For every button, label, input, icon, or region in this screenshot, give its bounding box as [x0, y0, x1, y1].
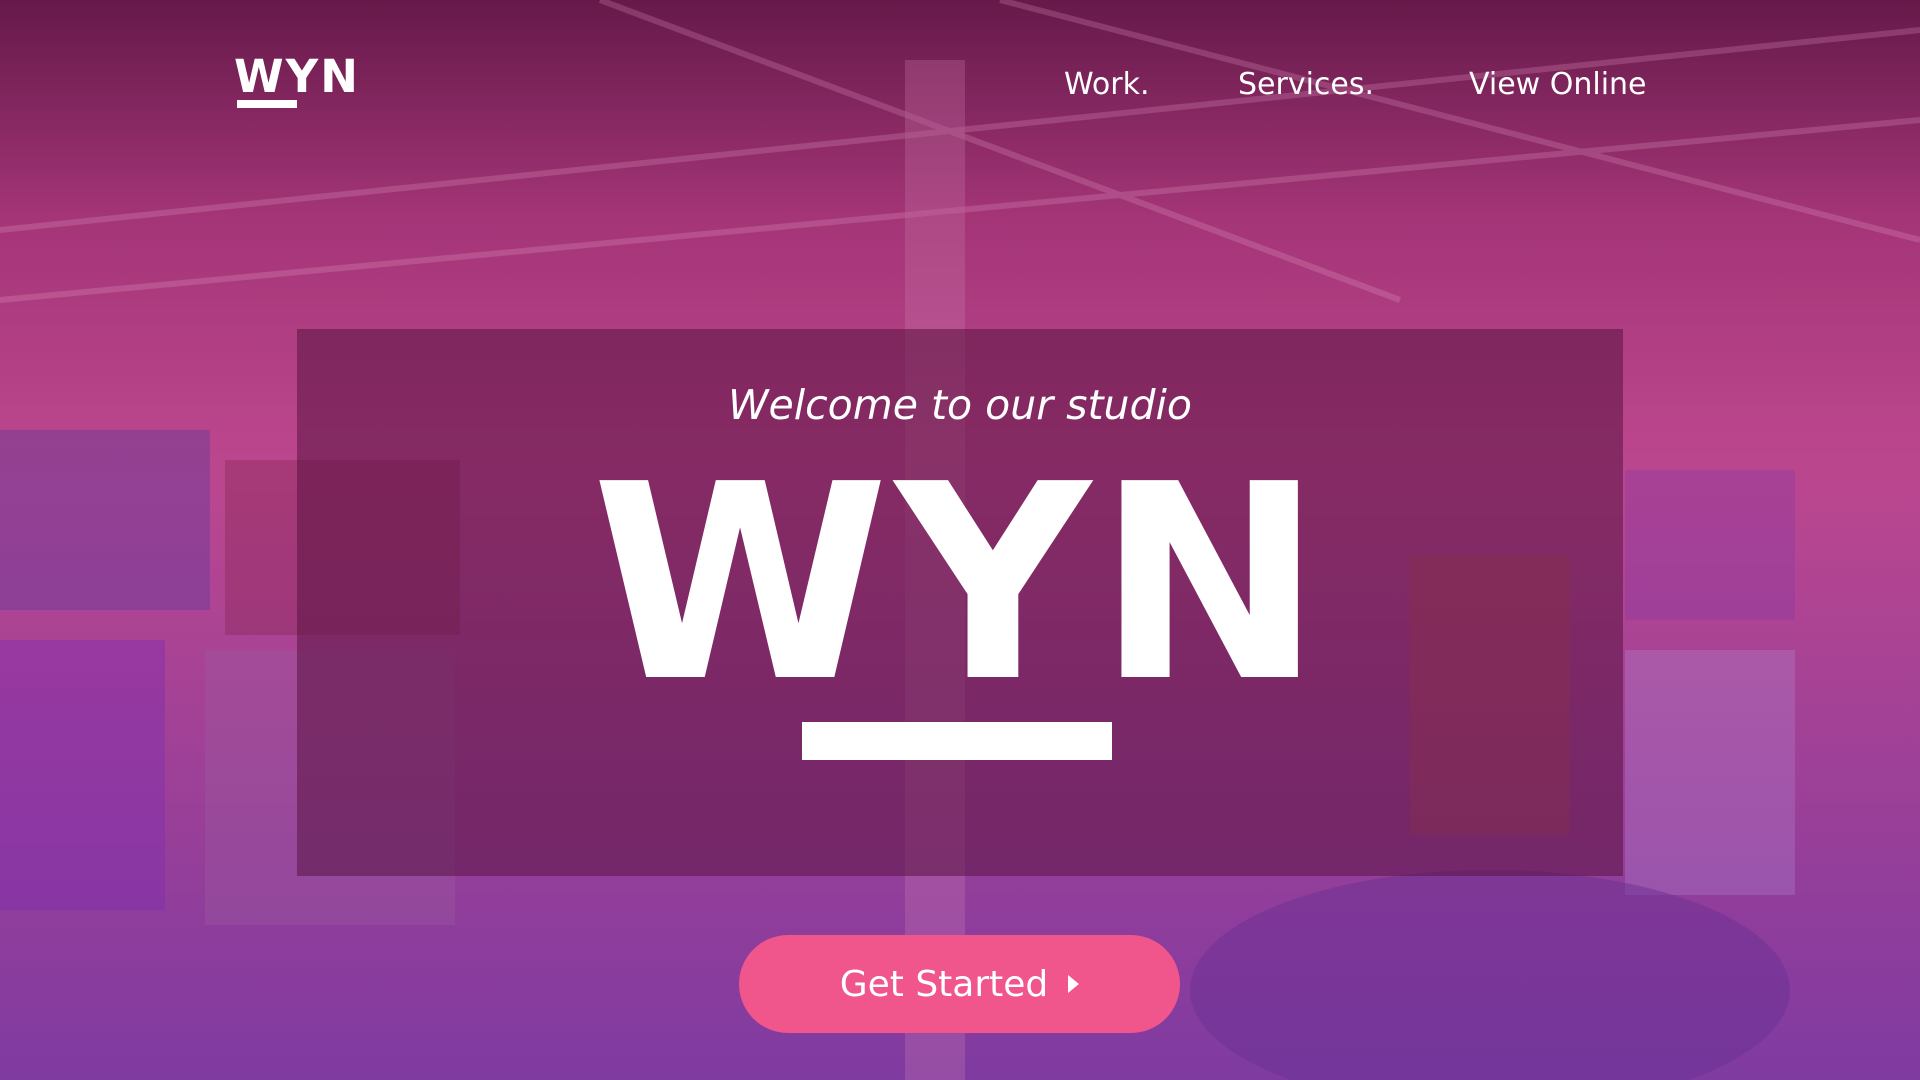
nav-link-work[interactable]: Work. — [1064, 67, 1150, 102]
get-started-button[interactable]: Get Started — [739, 935, 1180, 1033]
hero-panel: Welcome to our studio WYN — [297, 329, 1623, 876]
nav-link-view-online[interactable]: View Online — [1469, 67, 1647, 102]
hero-logo-underline — [802, 722, 1112, 760]
landing-page: WYN Work. Services. View Online Welcome … — [0, 0, 1920, 1080]
welcome-text: Welcome to our studio — [727, 381, 1193, 429]
caret-right-icon — [1068, 975, 1080, 993]
nav-link-services[interactable]: Services. — [1238, 67, 1374, 102]
main-nav: Work. Services. View Online — [0, 62, 1920, 106]
hero-logo: WYN — [591, 426, 1329, 741]
get-started-label: Get Started — [839, 963, 1049, 1005]
